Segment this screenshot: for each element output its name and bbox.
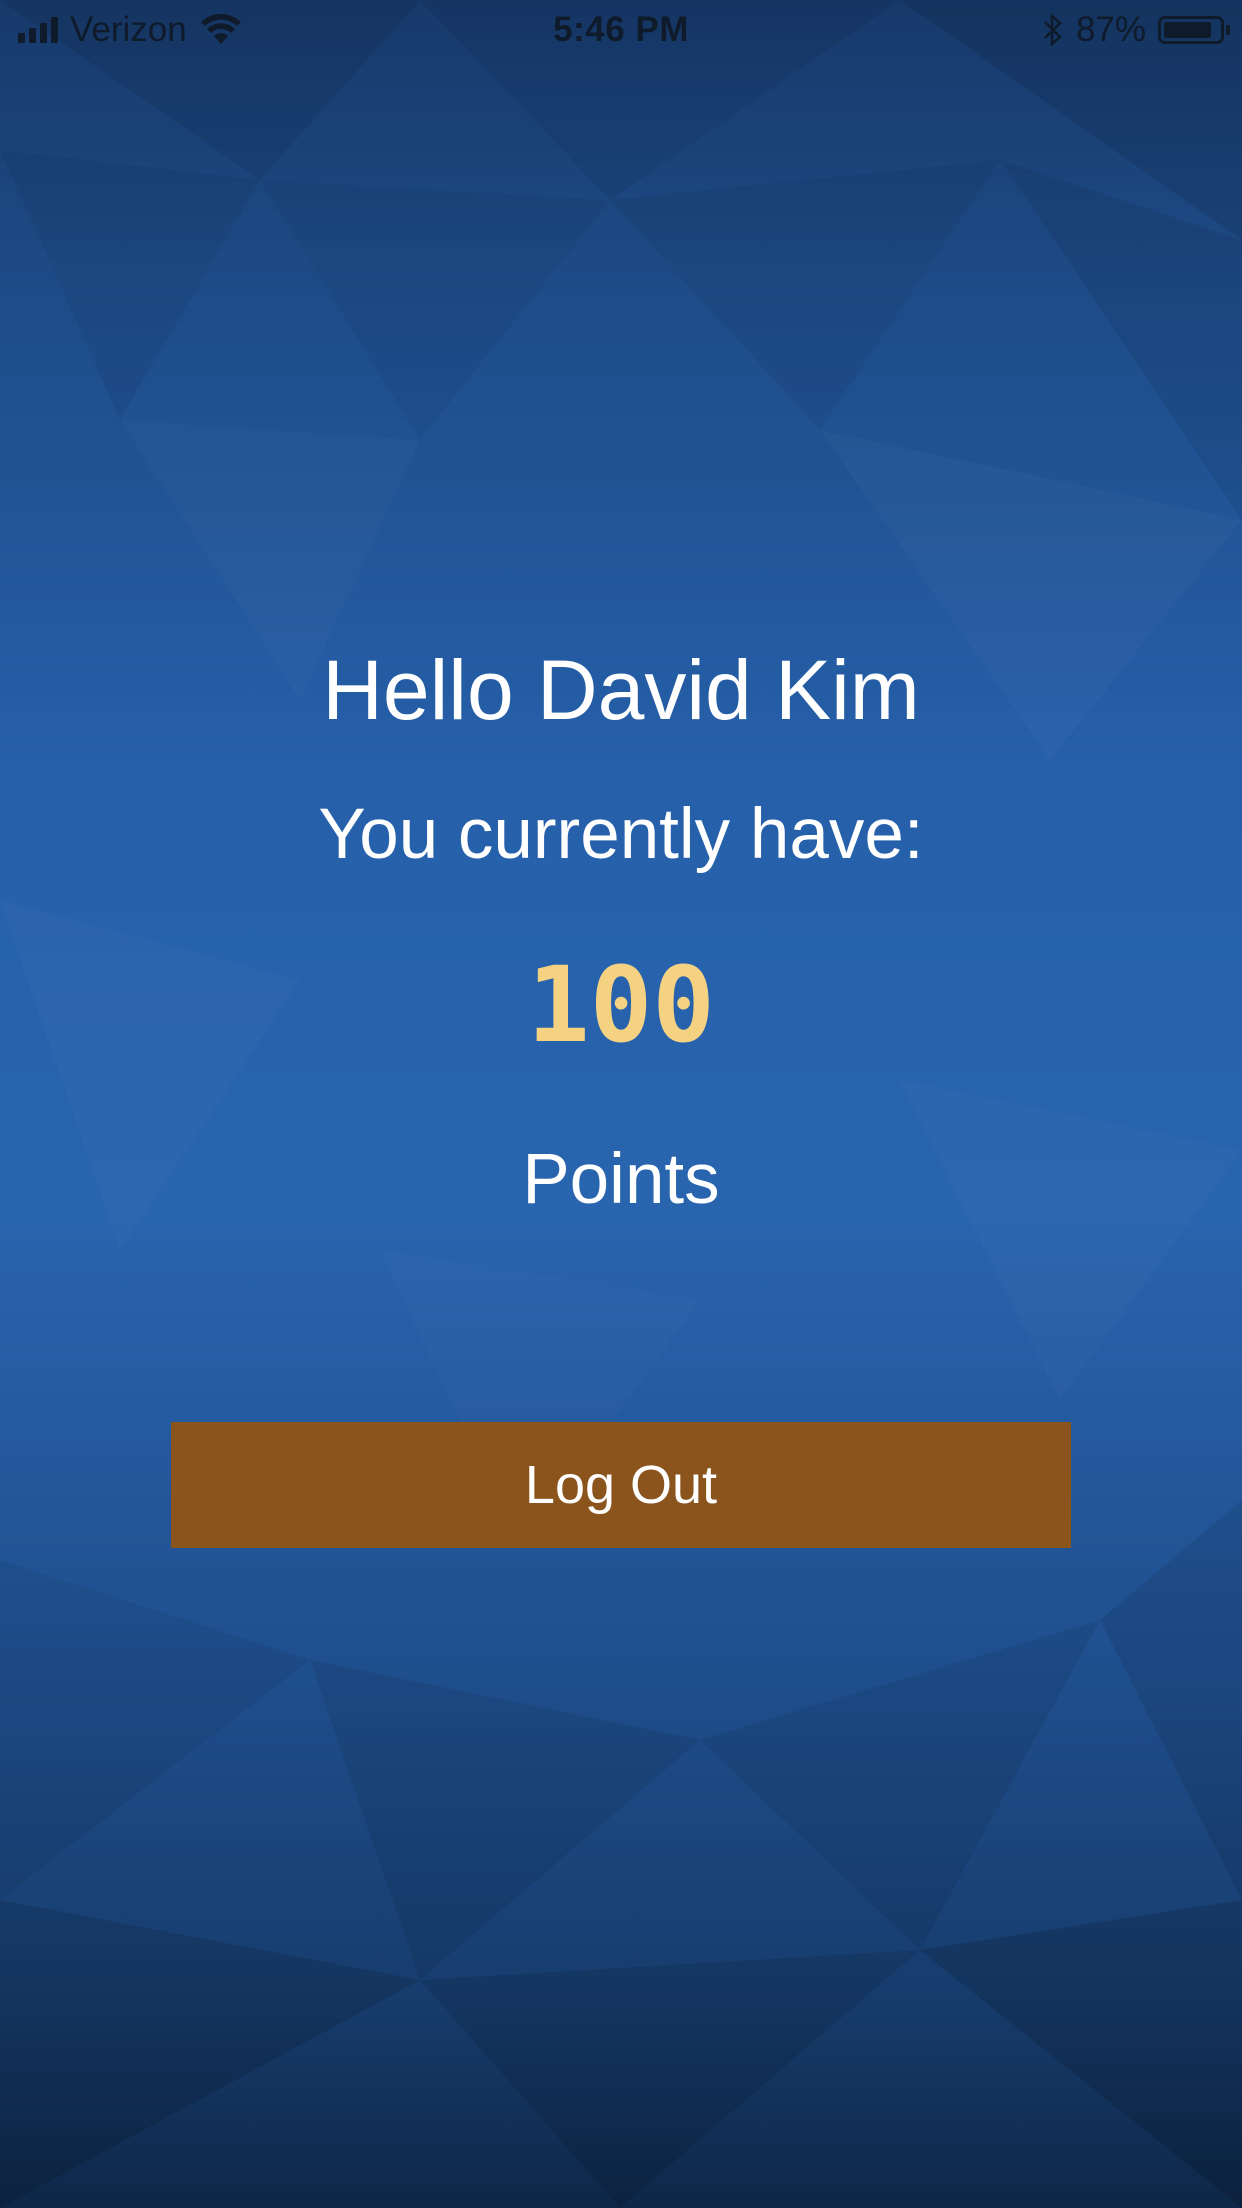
- points-intro-text: You currently have:: [318, 795, 924, 874]
- bluetooth-icon: [1044, 13, 1062, 47]
- battery-level-fill: [1164, 22, 1211, 38]
- status-bar: Verizon 5:46 PM 87%: [0, 0, 1242, 60]
- logout-button[interactable]: Log Out: [171, 1422, 1071, 1548]
- app-screen: Verizon 5:46 PM 87% Hello David Kim You …: [0, 0, 1242, 2208]
- points-value: 100: [527, 944, 715, 1066]
- points-label: Points: [522, 1140, 720, 1219]
- background-lowpoly: [0, 0, 1242, 2208]
- battery-icon: [1158, 16, 1230, 44]
- status-right: 87%: [1042, 10, 1230, 50]
- battery-percent: 87%: [1075, 10, 1146, 49]
- greeting-title: Hello David Kim: [322, 643, 920, 737]
